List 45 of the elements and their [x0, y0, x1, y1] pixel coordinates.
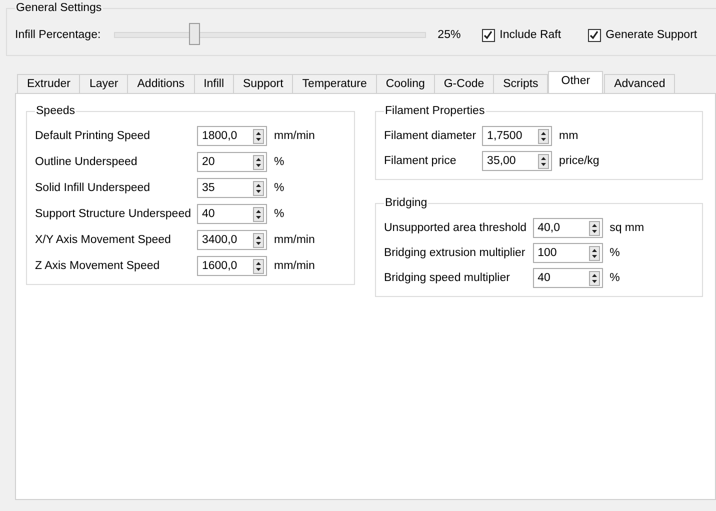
unit-label: mm/min	[274, 260, 315, 272]
unit-label: mm/min	[274, 130, 315, 142]
unit-label: mm/min	[274, 234, 315, 246]
spin-box[interactable]: 100	[532, 243, 603, 263]
spin-box[interactable]: 40	[532, 268, 603, 288]
tab[interactable]: Extruder	[17, 74, 80, 93]
unit-label: %	[274, 208, 286, 220]
spin-box[interactable]: 1800,0	[196, 126, 267, 146]
field-label: Bridging extrusion multiplier	[384, 247, 526, 259]
unit-label: %	[610, 272, 621, 284]
spin-box[interactable]: 40,0	[532, 218, 603, 238]
group-title: Filament Properties	[384, 104, 486, 119]
tab[interactable]: Other	[548, 71, 604, 93]
field-label: Z Axis Movement Speed	[35, 260, 161, 272]
slider-value: 25%	[438, 29, 462, 41]
spin-box[interactable]: 40	[196, 204, 267, 224]
field-label: X/Y Axis Movement Speed	[35, 234, 172, 246]
field-label: Default Printing Speed	[35, 130, 152, 142]
spin-box[interactable]: 35,00	[482, 151, 552, 171]
group-title: Speeds	[35, 104, 76, 119]
spin-box[interactable]: 3400,0	[196, 230, 267, 250]
unit-label: %	[274, 182, 286, 194]
unit-label: %	[274, 156, 286, 168]
field-label: Filament diameter	[384, 130, 476, 142]
spin-box[interactable]: 1600,0	[196, 256, 267, 276]
unit-label: %	[610, 247, 621, 259]
tab[interactable]: Advanced	[604, 74, 676, 93]
group-title: General Settings	[15, 1, 103, 16]
spin-box[interactable]: 1,7500	[482, 126, 552, 146]
slider-label: Infill Percentage:	[15, 29, 101, 41]
field-label: Unsupported area threshold	[384, 222, 527, 234]
checkbox-label: Generate Support	[606, 29, 698, 41]
field-label: Filament price	[384, 155, 458, 167]
group-title: Bridging	[384, 196, 428, 211]
checkbox-label: Include Raft	[500, 29, 562, 41]
spin-box[interactable]: 35	[196, 178, 267, 198]
unit-label: sq mm	[610, 222, 644, 234]
unit-label: price/kg	[559, 155, 600, 167]
spin-box[interactable]: 20	[196, 152, 267, 172]
unit-label: mm	[559, 130, 580, 142]
tab[interactable]: Scripts	[493, 74, 548, 93]
field-label: Solid Infill Underspeed	[35, 182, 152, 194]
field-label: Bridging speed multiplier	[384, 272, 511, 284]
field-label: Support Structure Underspeed	[35, 208, 191, 220]
field-label: Outline Underspeed	[35, 156, 138, 168]
